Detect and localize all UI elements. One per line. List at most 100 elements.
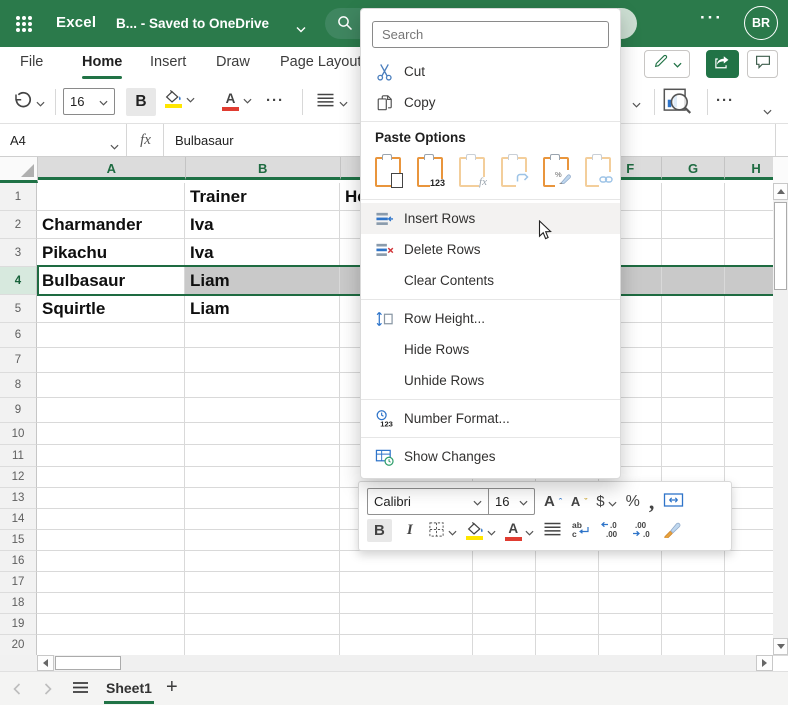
menu-item-number-format[interactable]: 123Number Format... [361, 403, 620, 434]
chevron-down-icon[interactable] [296, 20, 306, 38]
cell-G16[interactable] [662, 551, 725, 572]
cell-G3[interactable] [662, 239, 725, 267]
bold-button[interactable]: B [367, 519, 392, 542]
increase-font-size-button[interactable]: Aˆ [544, 493, 562, 510]
cell-G2[interactable] [662, 211, 725, 239]
chevron-down-icon[interactable] [110, 137, 119, 155]
vertical-scrollbar[interactable] [773, 183, 788, 655]
cell-A15[interactable] [37, 530, 185, 551]
row-header-3[interactable]: 3 [0, 239, 37, 267]
more-options-icon[interactable]: ··· [700, 8, 723, 28]
row-header-5[interactable]: 5 [0, 295, 37, 323]
cell-B5[interactable]: Liam [185, 295, 340, 323]
row-header-16[interactable]: 16 [0, 551, 37, 572]
cell-A18[interactable] [37, 593, 185, 614]
tab-home[interactable]: Home [82, 54, 122, 70]
cell-A9[interactable] [37, 398, 185, 423]
cell-G1[interactable] [662, 183, 725, 211]
row-header-15[interactable]: 15 [0, 530, 37, 551]
paste-formulas-button[interactable]: fx [459, 157, 485, 187]
tab-file[interactable]: File [20, 54, 43, 70]
cell-A13[interactable] [37, 488, 185, 509]
tab-page-layout[interactable]: Page Layout [280, 54, 361, 70]
font-color-button[interactable]: A [222, 90, 252, 111]
cell-B3[interactable]: Iva [185, 239, 340, 267]
cell-A20[interactable] [37, 635, 185, 656]
cell-A8[interactable] [37, 373, 185, 398]
horizontal-scroll-thumb[interactable] [55, 656, 121, 670]
cell-E20[interactable] [536, 635, 599, 656]
fill-color-button[interactable] [164, 90, 195, 108]
analyze-data-button[interactable] [662, 87, 692, 122]
cell-A11[interactable] [37, 445, 185, 467]
row-header-19[interactable]: 19 [0, 614, 37, 635]
scroll-down-button[interactable] [773, 638, 788, 655]
cell-G9[interactable] [662, 398, 725, 423]
cell-A7[interactable] [37, 348, 185, 373]
vertical-scroll-thumb[interactable] [774, 202, 787, 290]
row-header-11[interactable]: 11 [0, 445, 37, 467]
row-header-12[interactable]: 12 [0, 467, 37, 488]
merge-cells-button[interactable] [663, 492, 684, 511]
cell-B4[interactable]: Liam [185, 267, 340, 295]
row-header-2[interactable]: 2 [0, 211, 37, 239]
cell-C17[interactable] [340, 572, 473, 593]
insert-function-button[interactable]: fx [128, 124, 164, 156]
cell-A17[interactable] [37, 572, 185, 593]
horizontal-scrollbar[interactable] [37, 655, 773, 671]
cell-F16[interactable] [599, 551, 662, 572]
menu-item-unhide-rows[interactable]: Unhide Rows [361, 365, 620, 396]
cell-E19[interactable] [536, 614, 599, 635]
decrease-font-size-button[interactable]: Aˇ [571, 494, 587, 509]
cell-B13[interactable] [185, 488, 340, 509]
bold-button[interactable]: B [126, 88, 156, 116]
cell-A3[interactable]: Pikachu [37, 239, 185, 267]
edit-mode-button[interactable] [644, 50, 690, 78]
row-header-14[interactable]: 14 [0, 509, 37, 530]
app-launcher-icon[interactable] [16, 16, 20, 20]
tab-insert[interactable]: Insert [150, 54, 186, 70]
cell-G5[interactable] [662, 295, 725, 323]
name-box[interactable]: A4 [0, 124, 127, 156]
cell-B20[interactable] [185, 635, 340, 656]
decrease-decimal-button[interactable]: .00.0 [631, 520, 653, 541]
share-button[interactable] [706, 50, 739, 78]
autosum-chevron[interactable] [632, 95, 641, 113]
cell-B2[interactable]: Iva [185, 211, 340, 239]
borders-button[interactable] [428, 521, 457, 541]
cell-A10[interactable] [37, 423, 185, 445]
cell-E17[interactable] [536, 572, 599, 593]
search-box[interactable] [325, 8, 365, 39]
cell-F20[interactable] [599, 635, 662, 656]
app-name[interactable]: Excel [56, 14, 96, 31]
row-header-1[interactable]: 1 [0, 183, 37, 211]
cell-E18[interactable] [536, 593, 599, 614]
cell-B12[interactable] [185, 467, 340, 488]
cell-D20[interactable] [473, 635, 536, 656]
cell-B10[interactable] [185, 423, 340, 445]
wrap-text-button[interactable]: abc [571, 520, 591, 541]
avatar[interactable]: BR [744, 6, 778, 40]
menu-item-show-changes[interactable]: Show Changes [361, 441, 620, 472]
cell-D17[interactable] [473, 572, 536, 593]
previous-sheet-button[interactable] [12, 682, 21, 700]
cell-G20[interactable] [662, 635, 725, 656]
cell-B18[interactable] [185, 593, 340, 614]
cell-G11[interactable] [662, 445, 725, 467]
cell-G19[interactable] [662, 614, 725, 635]
menu-search-input[interactable] [372, 21, 609, 48]
cell-B6[interactable] [185, 323, 340, 348]
row-header-10[interactable]: 10 [0, 423, 37, 445]
collapse-ribbon-button[interactable] [763, 102, 772, 120]
all-sheets-button[interactable] [72, 681, 89, 699]
menu-item-delete-rows[interactable]: Delete Rows [361, 234, 620, 265]
cell-B17[interactable] [185, 572, 340, 593]
cell-A12[interactable] [37, 467, 185, 488]
cell-G8[interactable] [662, 373, 725, 398]
row-header-7[interactable]: 7 [0, 348, 37, 373]
accounting-format-button[interactable]: $ [596, 493, 616, 510]
font-size-select[interactable]: 16 [488, 489, 534, 514]
row-header-20[interactable]: 20 [0, 635, 37, 656]
more-commands-icon[interactable]: ··· [716, 92, 734, 109]
italic-button[interactable]: I [401, 519, 419, 542]
